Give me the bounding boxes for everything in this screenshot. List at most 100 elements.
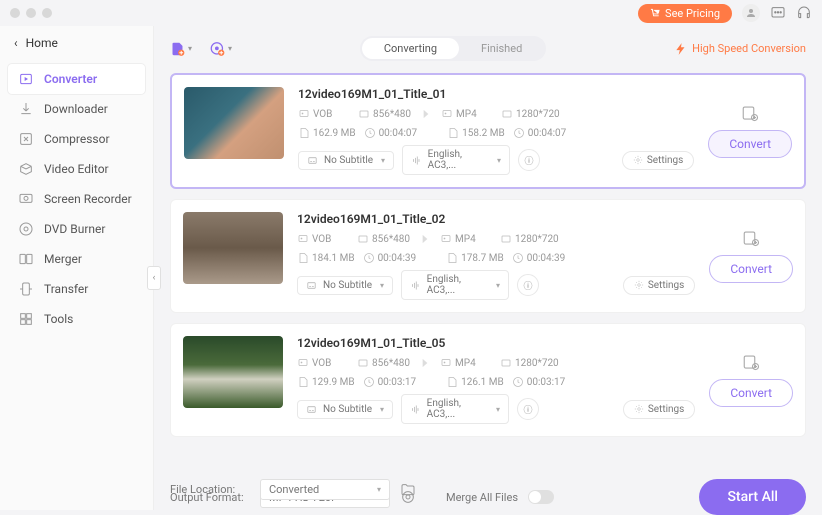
meta-item: 00:04:39 <box>363 252 417 264</box>
file-location-value: Converted <box>269 483 319 496</box>
sidebar-item-tools[interactable]: Tools <box>8 304 145 334</box>
video-thumbnail[interactable] <box>183 212 283 284</box>
meta-item: 856*480 <box>357 233 410 245</box>
chevron-down-icon: ▾ <box>188 44 192 53</box>
window-controls[interactable] <box>10 8 52 18</box>
support-button[interactable] <box>796 5 812 21</box>
info-button[interactable]: ⓘ <box>517 398 539 420</box>
sidebar-item-merger[interactable]: Merger <box>8 244 145 274</box>
meta-item: 126.1 MB <box>446 376 504 388</box>
sidebar-item-label: Tools <box>44 312 73 326</box>
settings-button[interactable]: Settings <box>623 400 696 419</box>
arrow-right-icon <box>418 356 432 370</box>
merger-icon <box>18 251 34 267</box>
sidebar-item-label: Merger <box>44 252 82 266</box>
audio-select[interactable]: English, AC3,...▾ <box>401 394 509 424</box>
audio-value: English, AC3,... <box>428 149 491 171</box>
tab-converting[interactable]: Converting <box>362 38 459 59</box>
convert-button[interactable]: Convert <box>708 130 792 158</box>
sidebar-item-screen-recorder[interactable]: Screen Recorder <box>8 184 145 214</box>
meta-item: 00:04:39 <box>512 252 566 264</box>
sidebar-item-dvd-burner[interactable]: DVD Burner <box>8 214 145 244</box>
output-profile-icon[interactable] <box>742 229 760 247</box>
cart-icon <box>650 8 661 19</box>
subtitle-select[interactable]: No Subtitle▾ <box>297 400 393 419</box>
convert-button[interactable]: Convert <box>709 255 793 283</box>
meta-item: 162.9 MB <box>298 127 356 139</box>
user-avatar[interactable] <box>742 4 760 22</box>
sidebar-item-compressor[interactable]: Compressor <box>8 124 145 154</box>
dvd-burner-icon <box>18 221 34 237</box>
file-card[interactable]: 12video169M1_01_Title_05 VOB856*480 MP41… <box>170 323 806 437</box>
meta-item: 1280*720 <box>501 108 560 120</box>
add-disc-button[interactable]: ▾ <box>210 38 232 60</box>
output-profile-icon[interactable] <box>742 353 760 371</box>
file-location-label: File Location: <box>170 483 250 496</box>
add-disc-icon <box>210 39 225 59</box>
sidebar-item-label: Screen Recorder <box>44 192 132 206</box>
sidebar-item-label: DVD Burner <box>44 222 105 236</box>
subtitle-value: No Subtitle <box>324 155 373 166</box>
sidebar-item-transfer[interactable]: Transfer <box>8 274 145 304</box>
meta-item: 856*480 <box>358 108 411 120</box>
sidebar-item-converter[interactable]: Converter <box>8 64 145 94</box>
video-thumbnail[interactable] <box>183 336 283 408</box>
convert-button[interactable]: Convert <box>709 379 793 407</box>
settings-button[interactable]: Settings <box>622 151 695 170</box>
chat-icon <box>770 5 786 21</box>
meta-item: MP4 <box>440 357 492 369</box>
see-pricing-button[interactable]: See Pricing <box>638 4 732 23</box>
chevron-down-icon: ▾ <box>228 44 232 53</box>
lightning-icon <box>674 42 688 56</box>
open-folder-icon[interactable] <box>400 482 416 498</box>
file-location-select[interactable]: Converted ▾ <box>260 479 390 500</box>
audio-select[interactable]: English, AC3,...▾ <box>402 145 510 175</box>
audio-select[interactable]: English, AC3,...▾ <box>401 270 509 300</box>
high-speed-badge[interactable]: High Speed Conversion <box>674 42 806 56</box>
transfer-icon <box>18 281 34 297</box>
subtitle-value: No Subtitle <box>323 280 372 291</box>
meta-item: 00:04:07 <box>364 127 418 139</box>
merge-toggle[interactable] <box>528 490 554 504</box>
meta-item: 129.9 MB <box>297 376 355 388</box>
minimize-dot[interactable] <box>26 8 36 18</box>
audio-value: English, AC3,... <box>427 398 490 420</box>
arrow-right-icon <box>419 107 433 121</box>
sidebar-item-downloader[interactable]: Downloader <box>8 94 145 124</box>
subtitle-select[interactable]: No Subtitle▾ <box>297 276 393 295</box>
file-card[interactable]: 12video169M1_01_Title_02 VOB856*480 MP41… <box>170 199 806 313</box>
meta-item: MP4 <box>441 108 493 120</box>
file-title: 12video169M1_01_Title_02 <box>297 212 695 226</box>
home-link[interactable]: ‹ Home <box>0 26 153 60</box>
meta-item: 00:04:07 <box>513 127 567 139</box>
see-pricing-label: See Pricing <box>665 7 720 20</box>
feedback-button[interactable] <box>770 5 786 21</box>
meta-item: MP4 <box>440 233 492 245</box>
chevron-down-icon: ▾ <box>377 485 381 494</box>
close-dot[interactable] <box>10 8 20 18</box>
subtitle-value: No Subtitle <box>323 404 372 415</box>
home-label: Home <box>26 36 58 50</box>
add-file-button[interactable]: ▾ <box>170 38 192 60</box>
subtitle-select[interactable]: No Subtitle▾ <box>298 151 394 170</box>
collapse-sidebar-button[interactable]: ‹ <box>147 266 161 290</box>
file-card[interactable]: 12video169M1_01_Title_01 VOB 856*480 MP4 1… <box>170 73 806 189</box>
meta-item: VOB <box>297 233 349 245</box>
output-profile-icon[interactable] <box>741 104 759 122</box>
audio-value: English, AC3,... <box>427 274 490 296</box>
meta-item: VOB <box>297 357 349 369</box>
video-thumbnail[interactable] <box>184 87 284 159</box>
settings-button[interactable]: Settings <box>623 276 696 295</box>
maximize-dot[interactable] <box>42 8 52 18</box>
meta-item: VOB <box>298 108 350 120</box>
downloader-icon <box>18 101 34 117</box>
tab-finished[interactable]: Finished <box>459 38 544 59</box>
info-button[interactable]: ⓘ <box>517 274 539 296</box>
info-button[interactable]: ⓘ <box>518 149 540 171</box>
converter-icon <box>18 71 34 87</box>
file-title: 12video169M1_01_Title_05 <box>297 336 695 350</box>
file-title: 12video169M1_01_Title_01 <box>298 87 694 101</box>
sidebar-item-video-editor[interactable]: Video Editor <box>8 154 145 184</box>
chevron-left-icon: ‹ <box>14 36 18 50</box>
sidebar-item-label: Transfer <box>44 282 88 296</box>
